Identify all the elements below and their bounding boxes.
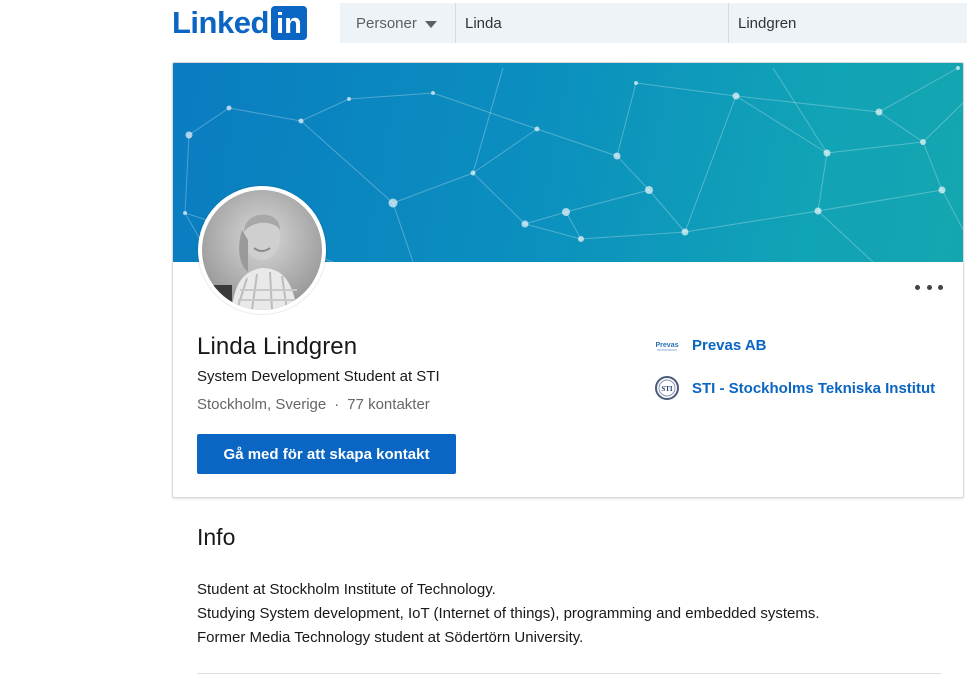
info-title: Info xyxy=(197,524,236,550)
org-name-prevas: Prevas AB xyxy=(692,336,767,354)
profile-card: Linda Lindgren System Development Studen… xyxy=(172,62,964,498)
last-name-value: Lindgren xyxy=(738,14,797,32)
info-line: Studying System development, IoT (Intern… xyxy=(197,605,820,622)
prevas-logo-icon: Prevas xyxy=(653,331,681,359)
prevas-logo-text: Prevas xyxy=(656,342,679,349)
top-header: Linked in Personer Linda Lindgren xyxy=(0,0,967,46)
sti-logo-icon: STI xyxy=(653,374,681,402)
profile-avatar[interactable] xyxy=(198,186,326,314)
first-name-input[interactable]: Linda xyxy=(456,3,729,43)
profile-meta: Stockholm, Sverige · 77 kontakter xyxy=(197,396,430,413)
dot xyxy=(915,284,920,290)
linkedin-logo[interactable]: Linked in xyxy=(172,6,307,40)
join-to-connect-button[interactable]: Gå med för att skapa kontakt xyxy=(197,434,456,474)
profile-location: Stockholm, Sverige xyxy=(197,396,327,413)
last-name-input[interactable]: Lindgren xyxy=(729,3,967,43)
sti-logo-text: STI xyxy=(661,385,673,393)
more-options-icon[interactable] xyxy=(915,281,943,293)
org-name-sti: STI - Stockholms Tekniska Institut xyxy=(692,379,936,397)
info-line: Former Media Technology student at Söder… xyxy=(197,629,584,646)
profile-photo xyxy=(202,190,322,310)
org-item-prevas[interactable]: Prevas Prevas AB xyxy=(653,331,767,359)
profile-headline: System Development Student at STI xyxy=(197,368,440,385)
info-body: Student at Stockholm Institute of Techno… xyxy=(197,578,820,650)
info-section: Info xyxy=(197,524,941,551)
caret-down-icon xyxy=(424,20,437,28)
search-bar: Personer Linda Lindgren xyxy=(340,3,967,43)
search-type-label: Personer xyxy=(356,14,417,32)
section-divider xyxy=(197,673,941,674)
dot xyxy=(938,284,943,290)
logo-wordmark: Linked xyxy=(172,5,269,40)
meta-separator: · xyxy=(334,396,340,413)
profile-connections[interactable]: 77 kontakter xyxy=(347,396,430,413)
info-line: Student at Stockholm Institute of Techno… xyxy=(197,581,496,598)
profile-name: Linda Lindgren xyxy=(197,333,358,360)
dot xyxy=(926,284,932,290)
search-type-dropdown[interactable]: Personer xyxy=(340,3,456,43)
logo-in-badge: in xyxy=(270,6,307,40)
first-name-value: Linda xyxy=(465,14,502,32)
org-item-sti[interactable]: STI STI - Stockholms Tekniska Institut xyxy=(653,374,935,402)
